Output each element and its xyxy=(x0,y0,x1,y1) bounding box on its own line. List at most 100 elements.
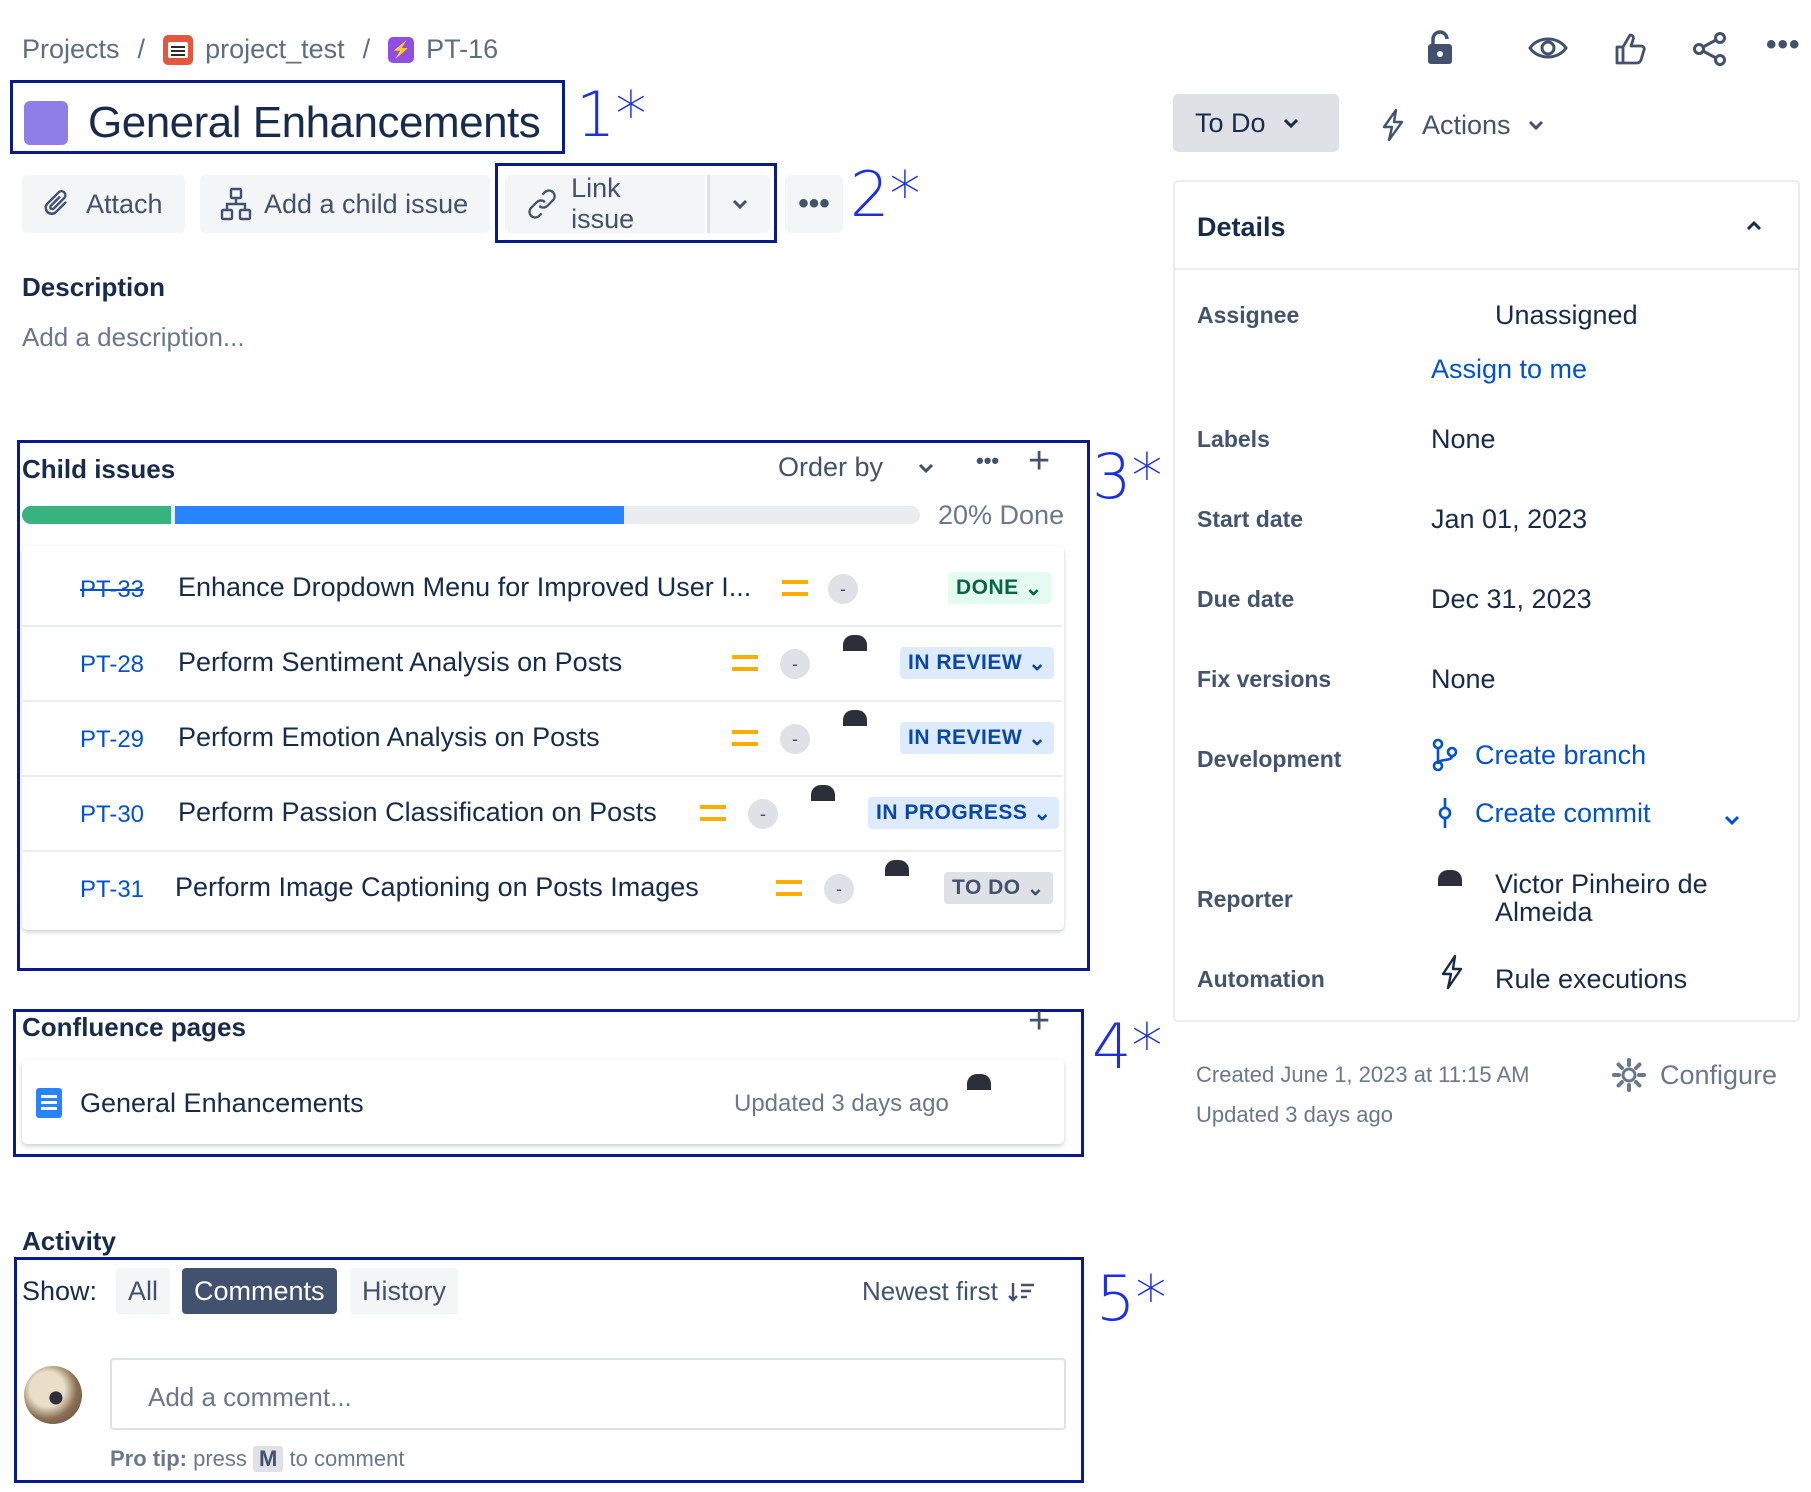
status-dropdown[interactable]: IN REVIEW ⌄ xyxy=(900,647,1055,679)
issue-title[interactable]: General Enhancements xyxy=(88,98,541,148)
breadcrumb-projects[interactable]: Projects xyxy=(22,34,120,65)
estimate-pill[interactable]: - xyxy=(828,574,858,604)
chevron-down-icon: ⌄ xyxy=(1028,726,1047,750)
create-commit-link[interactable]: Create commit xyxy=(1431,796,1651,830)
estimate-pill[interactable]: - xyxy=(824,874,854,904)
watch-eye-icon[interactable] xyxy=(1528,34,1568,67)
child-issue-row[interactable]: PT-28 Perform Sentiment Analysis on Post… xyxy=(22,627,1062,702)
activity-heading: Activity xyxy=(22,1226,116,1256)
estimate-pill[interactable]: - xyxy=(748,799,778,829)
priority-medium-icon xyxy=(732,730,758,746)
child-issue-key[interactable]: PT-33 xyxy=(80,576,144,604)
status-dropdown[interactable]: IN PROGRESS ⌄ xyxy=(868,797,1060,829)
child-issue-summary[interactable]: Perform Emotion Analysis on Posts xyxy=(178,722,600,753)
tab-all[interactable]: All xyxy=(116,1268,171,1314)
add-child-issue-button[interactable]: Add a child issue xyxy=(200,175,490,233)
confluence-page-item[interactable]: General Enhancements Updated 3 days ago xyxy=(22,1060,1064,1144)
assignee-value[interactable]: Unassigned xyxy=(1495,300,1638,331)
child-issue-summary[interactable]: Perform Sentiment Analysis on Posts xyxy=(178,647,622,678)
status-label: IN REVIEW xyxy=(908,651,1023,674)
configure-label: Configure xyxy=(1660,1059,1778,1090)
chevron-down-icon[interactable] xyxy=(1723,814,1741,826)
child-issue-row[interactable]: PT-33 Enhance Dropdown Menu for Improved… xyxy=(22,552,1062,627)
status-label: IN REVIEW xyxy=(908,726,1023,749)
description-input[interactable]: Add a description... xyxy=(22,322,245,353)
tab-history[interactable]: History xyxy=(350,1268,459,1314)
child-issue-key[interactable]: PT-30 xyxy=(80,801,144,829)
branch-icon xyxy=(1432,738,1458,772)
labels-value[interactable]: None xyxy=(1431,424,1496,455)
chevron-down-icon xyxy=(918,463,934,473)
child-issue-summary[interactable]: Enhance Dropdown Menu for Improved User … xyxy=(178,572,751,603)
sort-label: Newest first xyxy=(862,1276,998,1306)
pro-tip: Pro tip: press M to comment xyxy=(110,1446,404,1472)
breadcrumb-issue[interactable]: ⚡ PT-16 xyxy=(388,34,498,65)
more-actions-icon[interactable]: ••• xyxy=(1766,28,1801,62)
create-branch-link[interactable]: Create branch xyxy=(1431,738,1646,772)
child-issue-row[interactable]: PT-31 Perform Image Captioning on Posts … xyxy=(22,852,1062,927)
start-date-value[interactable]: Jan 01, 2023 xyxy=(1431,504,1587,535)
sort-icon xyxy=(1007,1282,1034,1302)
child-issue-summary[interactable]: Perform Image Captioning on Posts Images xyxy=(175,872,699,903)
status-dropdown[interactable]: IN REVIEW ⌄ xyxy=(900,722,1055,754)
confluence-updated: Updated 3 days ago xyxy=(734,1090,949,1117)
create-commit-label: Create commit xyxy=(1475,797,1651,828)
status-dropdown[interactable]: TO DO ⌄ xyxy=(944,872,1053,904)
priority-medium-icon xyxy=(782,580,808,596)
chevron-down-icon: ⌄ xyxy=(1024,576,1043,600)
child-issue-row[interactable]: PT-29 Perform Emotion Analysis on Posts … xyxy=(22,702,1062,777)
sort-newest-first-button[interactable]: Newest first xyxy=(862,1276,1036,1307)
details-panel: Details Assignee Unassigned Assign to me… xyxy=(1173,180,1800,1022)
confluence-heading: Confluence pages xyxy=(22,1012,246,1042)
thumbs-up-icon[interactable] xyxy=(1614,32,1648,71)
tab-comments[interactable]: Comments xyxy=(182,1268,337,1314)
comment-input[interactable]: Add a comment... xyxy=(110,1358,1066,1430)
progress-text: 20% Done xyxy=(938,500,1065,530)
add-child-plus-button[interactable]: + xyxy=(1028,440,1050,483)
status-button-label: To Do xyxy=(1195,107,1266,138)
breadcrumb-issue-key: PT-16 xyxy=(426,34,499,64)
confluence-page-title[interactable]: General Enhancements xyxy=(80,1088,364,1119)
epic-icon: ⚡ xyxy=(388,36,415,63)
breadcrumb-project[interactable]: project_test xyxy=(163,34,345,65)
priority-medium-icon xyxy=(700,805,726,821)
show-label: Show: xyxy=(22,1276,98,1306)
lock-icon[interactable] xyxy=(1424,30,1456,71)
assign-to-me-link[interactable]: Assign to me xyxy=(1431,354,1587,385)
child-issue-key[interactable]: PT-31 xyxy=(80,876,144,904)
order-by-dropdown[interactable]: Order by xyxy=(778,452,935,483)
breadcrumb-separator: / xyxy=(137,34,146,64)
link-issue-label: Link issue xyxy=(571,173,635,234)
annotation-label-2: 2* xyxy=(850,158,921,231)
configure-button[interactable]: Configure xyxy=(1612,1058,1777,1092)
status-todo-button[interactable]: To Do xyxy=(1173,94,1339,152)
assignee-label: Assignee xyxy=(1197,302,1300,328)
estimate-pill[interactable]: - xyxy=(780,649,810,679)
rule-executions-link[interactable]: Rule executions xyxy=(1495,964,1687,995)
more-toolbar-button[interactable]: ••• xyxy=(785,175,843,233)
breadcrumb-project-name: project_test xyxy=(205,34,345,64)
paperclip-icon xyxy=(44,190,67,215)
child-issues-more-button[interactable]: ••• xyxy=(976,448,999,474)
child-issue-key[interactable]: PT-29 xyxy=(80,726,144,754)
reporter-value[interactable]: Victor Pinheiro de Almeida xyxy=(1495,870,1708,926)
child-issue-row[interactable]: PT-30 Perform Passion Classification on … xyxy=(22,777,1062,852)
fix-versions-value[interactable]: None xyxy=(1431,664,1496,695)
child-issues-heading: Child issues xyxy=(22,454,176,484)
attach-button[interactable]: Attach xyxy=(22,175,185,233)
share-icon[interactable] xyxy=(1692,32,1728,71)
actions-button[interactable]: Actions xyxy=(1380,108,1545,142)
due-date-value[interactable]: Dec 31, 2023 xyxy=(1431,584,1592,615)
link-issue-button[interactable]: Link issue xyxy=(505,173,705,234)
child-issue-key[interactable]: PT-28 xyxy=(80,651,144,679)
development-label: Development xyxy=(1197,746,1342,772)
child-issue-summary[interactable]: Perform Passion Classification on Posts xyxy=(178,797,657,828)
annotation-label-3: 3* xyxy=(1092,440,1163,513)
status-dropdown[interactable]: DONE ⌄ xyxy=(948,572,1051,604)
link-issue-dropdown-button[interactable] xyxy=(710,175,770,233)
priority-medium-icon xyxy=(732,655,758,671)
details-header[interactable]: Details xyxy=(1175,182,1798,270)
add-confluence-plus-button[interactable]: + xyxy=(1028,1000,1050,1043)
estimate-pill[interactable]: - xyxy=(780,724,810,754)
chevron-down-icon: ⌄ xyxy=(1028,651,1047,675)
